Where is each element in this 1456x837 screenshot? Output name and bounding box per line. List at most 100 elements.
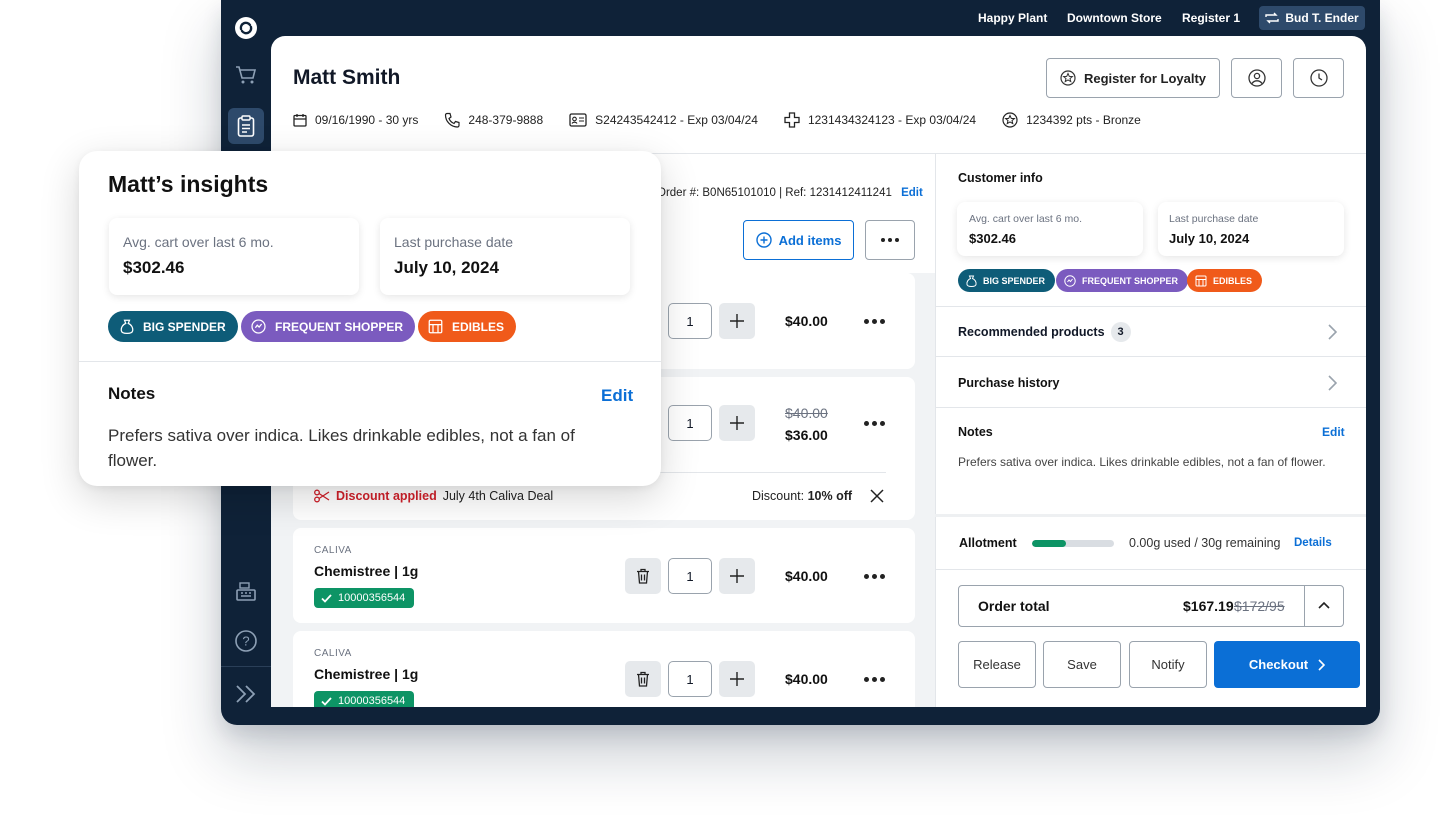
insights-tag-edibles: EDIBLES [418, 311, 517, 342]
insights-last-purchase-card: Last purchase date July 10, 2024 [380, 218, 630, 295]
sidebar-divider-line [935, 356, 1366, 357]
app-logo-icon[interactable] [228, 10, 264, 46]
quantity-input[interactable]: 1 [668, 661, 712, 697]
customer-info-title: Customer info [958, 171, 1043, 185]
item-more-icon[interactable] [864, 574, 885, 579]
sidebar-divider [935, 153, 936, 707]
check-icon [321, 593, 332, 603]
insights-notes-text: Prefers sativa over indica. Likes drinka… [108, 426, 575, 470]
order-reference: Order #: B0N65101010 | Ref: 123141241124… [657, 187, 923, 199]
order-edit-link[interactable]: Edit [901, 187, 923, 199]
delete-item-button[interactable] [625, 661, 661, 697]
medical-text: 1231434324123 - Exp 03/04/24 [807, 113, 977, 127]
phone-text: 248-379-9888 [468, 113, 544, 127]
purchase-history-row[interactable]: Purchase history [958, 376, 1059, 390]
quantity-input[interactable]: 1 [668, 405, 712, 441]
avg-cart-label: Avg. cart over last 6 mo. [969, 213, 1083, 225]
medical-cross-icon [784, 112, 800, 128]
discount-applied-label: Discount applied [336, 489, 437, 503]
help-icon[interactable]: ? [228, 623, 264, 659]
customer-id: S24243542412 - Exp 03/04/24 [569, 112, 758, 128]
item-brand: CALIVA [314, 648, 352, 659]
plus-circle-icon [755, 232, 772, 248]
store-location[interactable]: Downtown Store [1067, 11, 1162, 25]
history-button[interactable] [1293, 58, 1344, 98]
order-total-box[interactable]: Order total $167.19 $172/95 [958, 585, 1344, 627]
item-name: Chemistree | 1g [314, 563, 419, 579]
item-brand: CALIVA [314, 545, 352, 556]
order-total-divider [1304, 586, 1305, 626]
notify-button[interactable]: Notify [1129, 641, 1207, 688]
tag-frequent-shopper: FREQUENT SHOPPER [1056, 269, 1189, 292]
add-items-button[interactable]: Add items [743, 220, 854, 260]
avg-cart-value: $302.46 [969, 231, 1016, 246]
insights-popover: Matt’s insights Avg. cart over last 6 mo… [79, 151, 661, 486]
insights-tag-big-spender: BIG SPENDER [108, 311, 238, 342]
allotment-details-link[interactable]: Details [1294, 537, 1332, 549]
phone-icon [445, 112, 461, 128]
insights-notes-edit-link[interactable]: Edit [601, 386, 633, 406]
item-more-icon[interactable] [864, 677, 885, 682]
chevron-right-icon [1318, 658, 1326, 671]
user-name: Bud T. Ender [1285, 11, 1359, 25]
user-switch-button[interactable]: Bud T. Ender [1259, 6, 1365, 30]
increment-button[interactable] [719, 558, 755, 594]
release-button[interactable]: Release [958, 641, 1036, 688]
user-circle-icon [1247, 69, 1266, 87]
star-badge-icon [1060, 70, 1076, 86]
increment-button[interactable] [719, 661, 755, 697]
plus-icon [730, 569, 744, 583]
cart-icon[interactable] [228, 57, 264, 93]
register-name[interactable]: Register 1 [1182, 11, 1240, 25]
avg-cart-card: Avg. cart over last 6 mo. $302.46 [957, 202, 1143, 256]
increment-button[interactable] [719, 405, 755, 441]
allotment-label: Allotment [959, 536, 1017, 550]
chevron-right-icon[interactable] [1328, 375, 1337, 391]
checkout-label: Checkout [1248, 657, 1309, 672]
order-more-button[interactable] [865, 220, 915, 260]
order-total-original: $172/95 [1234, 598, 1285, 614]
checkout-button[interactable]: Checkout [1214, 641, 1360, 688]
notes-text: Prefers sativa over indica. Likes drinka… [958, 455, 1326, 469]
tag-big-spender: BIG SPENDER [958, 269, 1056, 292]
insights-divider [79, 361, 661, 362]
allotment-progress-fill [1032, 540, 1067, 547]
increment-button[interactable] [719, 303, 755, 339]
register-loyalty-button[interactable]: Register for Loyalty [1046, 58, 1220, 98]
delete-item-button[interactable] [625, 558, 661, 594]
shopper-icon [251, 319, 266, 334]
chevron-right-icon[interactable] [1328, 324, 1337, 340]
quantity-input[interactable]: 1 [668, 303, 712, 339]
register-loyalty-label: Register for Loyalty [1083, 70, 1207, 86]
insights-avg-cart-label: Avg. cart over last 6 mo. [123, 234, 274, 250]
scissors-icon [314, 489, 330, 503]
item-price: $40.00 [785, 313, 828, 329]
check-icon [321, 696, 332, 706]
order-total-label: Order total [978, 598, 1050, 614]
orders-clipboard-icon[interactable] [228, 108, 264, 144]
store-name[interactable]: Happy Plant [978, 11, 1047, 25]
clock-icon [1309, 69, 1328, 87]
rail-divider [221, 666, 271, 667]
tag-label: BIG SPENDER [983, 275, 1046, 286]
svg-text:?: ? [242, 634, 249, 649]
remove-discount-icon[interactable] [870, 489, 884, 508]
recommended-products-row[interactable]: Recommended products 3 [958, 322, 1131, 342]
loyalty-star-icon [1002, 112, 1018, 128]
customer-dob: 09/16/1990 - 30 yrs [293, 112, 418, 128]
cart-item-card: CALIVA Chemistree | 1g 10000356544 1 $40… [293, 631, 915, 707]
recommended-label: Recommended products [958, 325, 1105, 339]
item-more-icon[interactable] [864, 421, 885, 426]
profile-button[interactable] [1231, 58, 1282, 98]
quantity-input[interactable]: 1 [668, 558, 712, 594]
chevron-up-icon[interactable] [1318, 601, 1330, 609]
save-button[interactable]: Save [1043, 641, 1121, 688]
item-more-icon[interactable] [864, 319, 885, 324]
insights-last-purchase-value: July 10, 2024 [394, 258, 499, 277]
store-icon [1195, 275, 1207, 286]
expand-rail-icon[interactable] [228, 676, 264, 712]
cash-register-icon[interactable] [228, 573, 264, 609]
notes-edit-link[interactable]: Edit [1322, 425, 1345, 439]
plus-icon [730, 314, 744, 328]
sidebar-divider-line [935, 569, 1366, 570]
